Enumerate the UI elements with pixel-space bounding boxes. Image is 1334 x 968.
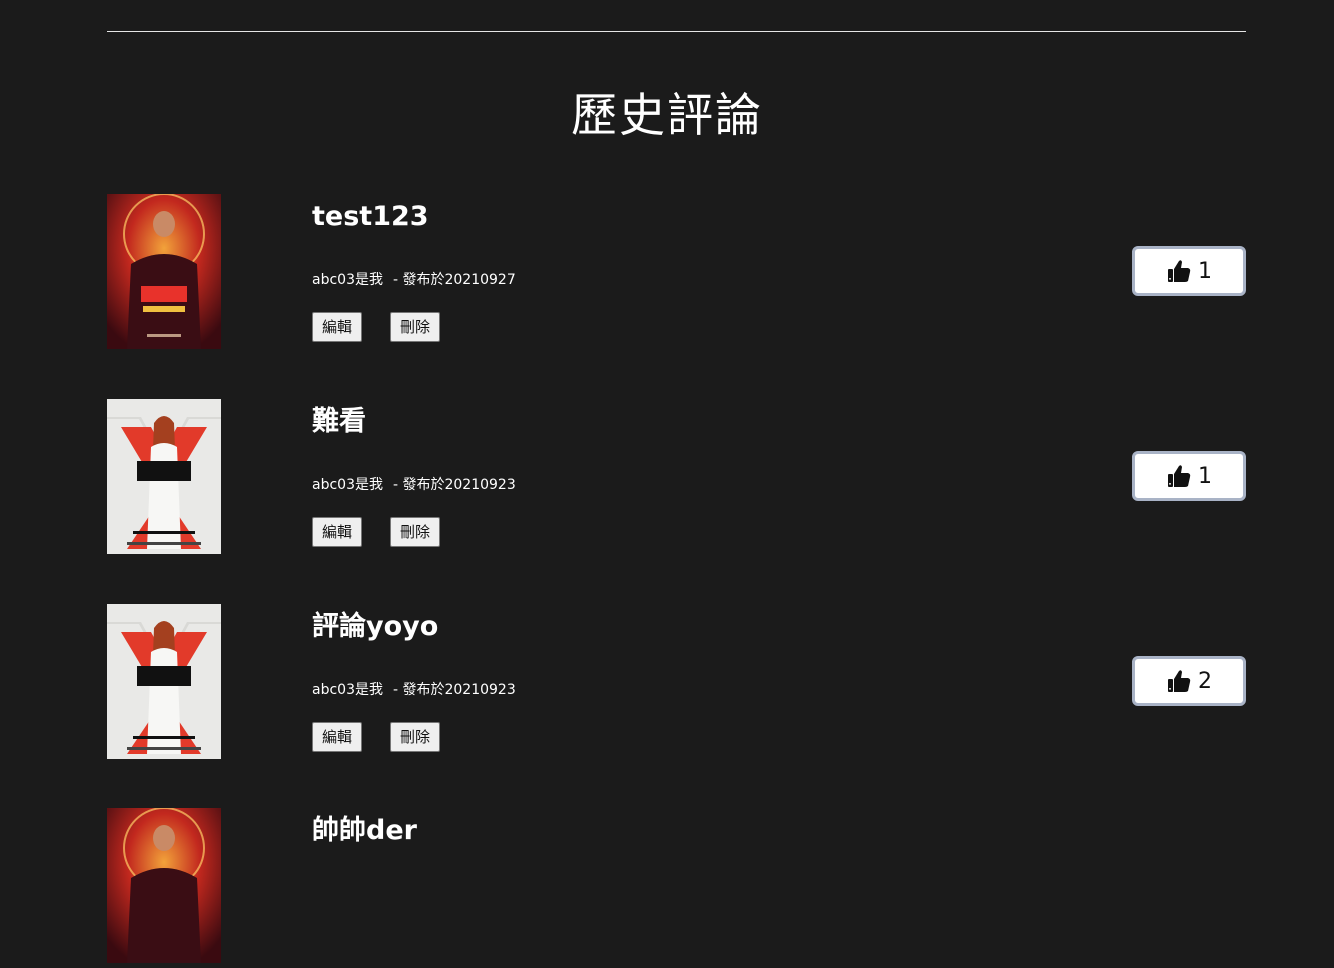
review-meta: abc03是我 - 發布於20210927 (312, 270, 516, 290)
delete-button[interactable]: 刪除 (390, 722, 441, 752)
review-item: test123 abc03是我 - 發布於20210927 編輯 刪除 1 (107, 194, 1246, 354)
delete-button[interactable]: 刪除 (390, 517, 441, 547)
edit-button[interactable]: 編輯 (312, 722, 363, 752)
delete-button[interactable]: 刪除 (390, 312, 441, 342)
movie-poster-image[interactable] (107, 194, 221, 349)
review-author: abc03是我 (312, 477, 383, 493)
thumbs-up-icon (1166, 668, 1192, 694)
thumbs-up-icon (1166, 463, 1192, 489)
edit-button[interactable]: 編輯 (312, 517, 363, 547)
review-date: - 發布於20210927 (392, 272, 516, 288)
movie-poster-image[interactable] (107, 399, 221, 554)
like-count: 1 (1198, 258, 1212, 284)
movie-poster-image[interactable] (107, 604, 221, 759)
review-author: abc03是我 (312, 272, 383, 288)
review-title: test123 (312, 201, 429, 232)
like-button[interactable]: 2 (1132, 656, 1246, 706)
review-date: - 發布於20210923 (392, 682, 516, 698)
movie-poster-image[interactable] (107, 808, 221, 963)
review-title: 難看 (312, 406, 366, 437)
review-date: - 發布於20210923 (392, 477, 516, 493)
like-count: 2 (1198, 668, 1212, 694)
edit-button[interactable]: 編輯 (312, 312, 363, 342)
review-item: 帥帥der (107, 808, 1246, 968)
review-meta: abc03是我 - 發布於20210923 (312, 475, 516, 495)
like-button[interactable]: 1 (1132, 246, 1246, 296)
thumbs-up-icon (1166, 258, 1192, 284)
review-meta: abc03是我 - 發布於20210923 (312, 680, 516, 700)
review-item: 評論yoyo abc03是我 - 發布於20210923 編輯 刪除 2 (107, 604, 1246, 764)
page-title: 歷史評論 (571, 88, 763, 142)
review-title: 帥帥der (312, 815, 417, 846)
review-title: 評論yoyo (312, 611, 439, 642)
review-item: 難看 abc03是我 - 發布於20210923 編輯 刪除 1 (107, 399, 1246, 559)
like-button[interactable]: 1 (1132, 451, 1246, 501)
top-divider (107, 31, 1246, 32)
like-count: 1 (1198, 463, 1212, 489)
review-author: abc03是我 (312, 682, 383, 698)
